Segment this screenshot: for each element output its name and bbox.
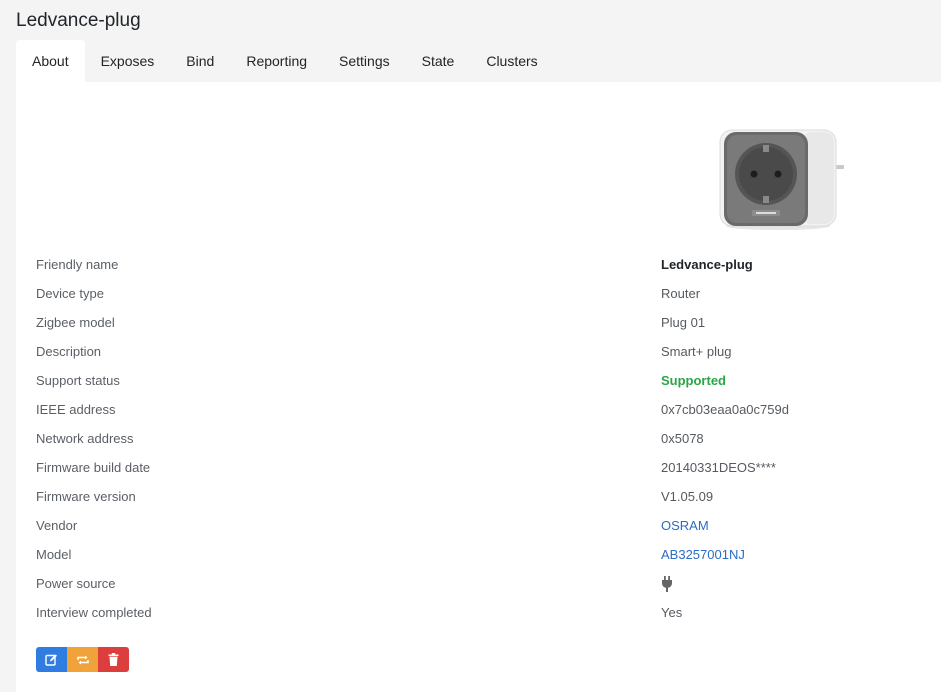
info-row-interview-completed: Interview completed Yes: [36, 603, 916, 632]
info-row-firmware-version: Firmware version V1.05.09: [36, 487, 916, 516]
rename-device-button[interactable]: [36, 647, 67, 672]
edit-icon: [45, 654, 57, 666]
device-about-card: Friendly name Ledvance-plug Device type …: [16, 82, 941, 692]
remove-device-button[interactable]: [98, 647, 129, 672]
info-row-model: Model AB3257001NJ: [36, 545, 916, 574]
device-type-label: Device type: [36, 286, 104, 301]
reconfigure-device-button[interactable]: [67, 647, 98, 672]
tab-clusters[interactable]: Clusters: [470, 40, 553, 82]
plug-icon: [662, 576, 672, 592]
zigbee-model-label: Zigbee model: [36, 315, 115, 330]
firmware-build-date-label: Firmware build date: [36, 460, 151, 475]
power-source-label: Power source: [36, 576, 116, 591]
info-row-power-source: Power source: [36, 574, 916, 603]
zigbee-model-value: Plug 01: [661, 315, 706, 330]
tab-settings[interactable]: Settings: [323, 40, 406, 82]
info-row-network-address: Network address 0x5078: [36, 429, 916, 458]
page-title: Ledvance-plug: [16, 10, 141, 31]
interview-completed-value: Yes: [661, 605, 683, 620]
firmware-build-date-value: 20140331DEOS****: [661, 460, 776, 475]
support-status-value: Supported: [661, 373, 726, 388]
trash-icon: [108, 653, 119, 666]
friendly-name-value: Ledvance-plug: [661, 257, 753, 272]
tab-about[interactable]: About: [16, 40, 85, 82]
model-link[interactable]: AB3257001NJ: [661, 545, 745, 565]
firmware-version-value: V1.05.09: [661, 489, 714, 504]
network-address-value: 0x5078: [661, 431, 704, 446]
tab-exposes[interactable]: Exposes: [85, 40, 171, 82]
friendly-name-label: Friendly name: [36, 257, 119, 272]
power-source-value: [661, 576, 673, 598]
info-row-firmware-build-date: Firmware build date 20140331DEOS****: [36, 458, 916, 487]
info-row-device-type: Device type Router: [36, 284, 916, 313]
info-row-friendly-name: Friendly name Ledvance-plug: [36, 255, 916, 284]
vendor-link[interactable]: OSRAM: [661, 516, 709, 536]
device-image: [719, 129, 844, 230]
vendor-label: Vendor: [36, 518, 78, 533]
refresh-icon: [76, 655, 89, 664]
device-type-value: Router: [661, 286, 701, 301]
tab-reporting[interactable]: Reporting: [230, 40, 323, 82]
description-label: Description: [36, 344, 102, 359]
info-row-description: Description Smart+ plug: [36, 342, 916, 371]
device-action-buttons: [36, 647, 129, 672]
info-row-support-status: Support status Supported: [36, 371, 916, 400]
tab-state[interactable]: State: [406, 40, 471, 82]
interview-completed-label: Interview completed: [36, 605, 152, 620]
tab-bar: About Exposes Bind Reporting Settings St…: [16, 40, 554, 82]
network-address-label: Network address: [36, 431, 134, 446]
info-row-vendor: Vendor OSRAM: [36, 516, 916, 545]
model-label: Model: [36, 547, 72, 562]
support-status-label: Support status: [36, 373, 120, 388]
description-value: Smart+ plug: [661, 344, 732, 359]
info-row-zigbee-model: Zigbee model Plug 01: [36, 313, 916, 342]
tab-bind[interactable]: Bind: [170, 40, 230, 82]
firmware-version-label: Firmware version: [36, 489, 136, 504]
info-row-ieee-address: IEEE address 0x7cb03eaa0a0c759d: [36, 400, 916, 429]
ieee-address-label: IEEE address: [36, 402, 116, 417]
ieee-address-value: 0x7cb03eaa0a0c759d: [661, 402, 789, 417]
